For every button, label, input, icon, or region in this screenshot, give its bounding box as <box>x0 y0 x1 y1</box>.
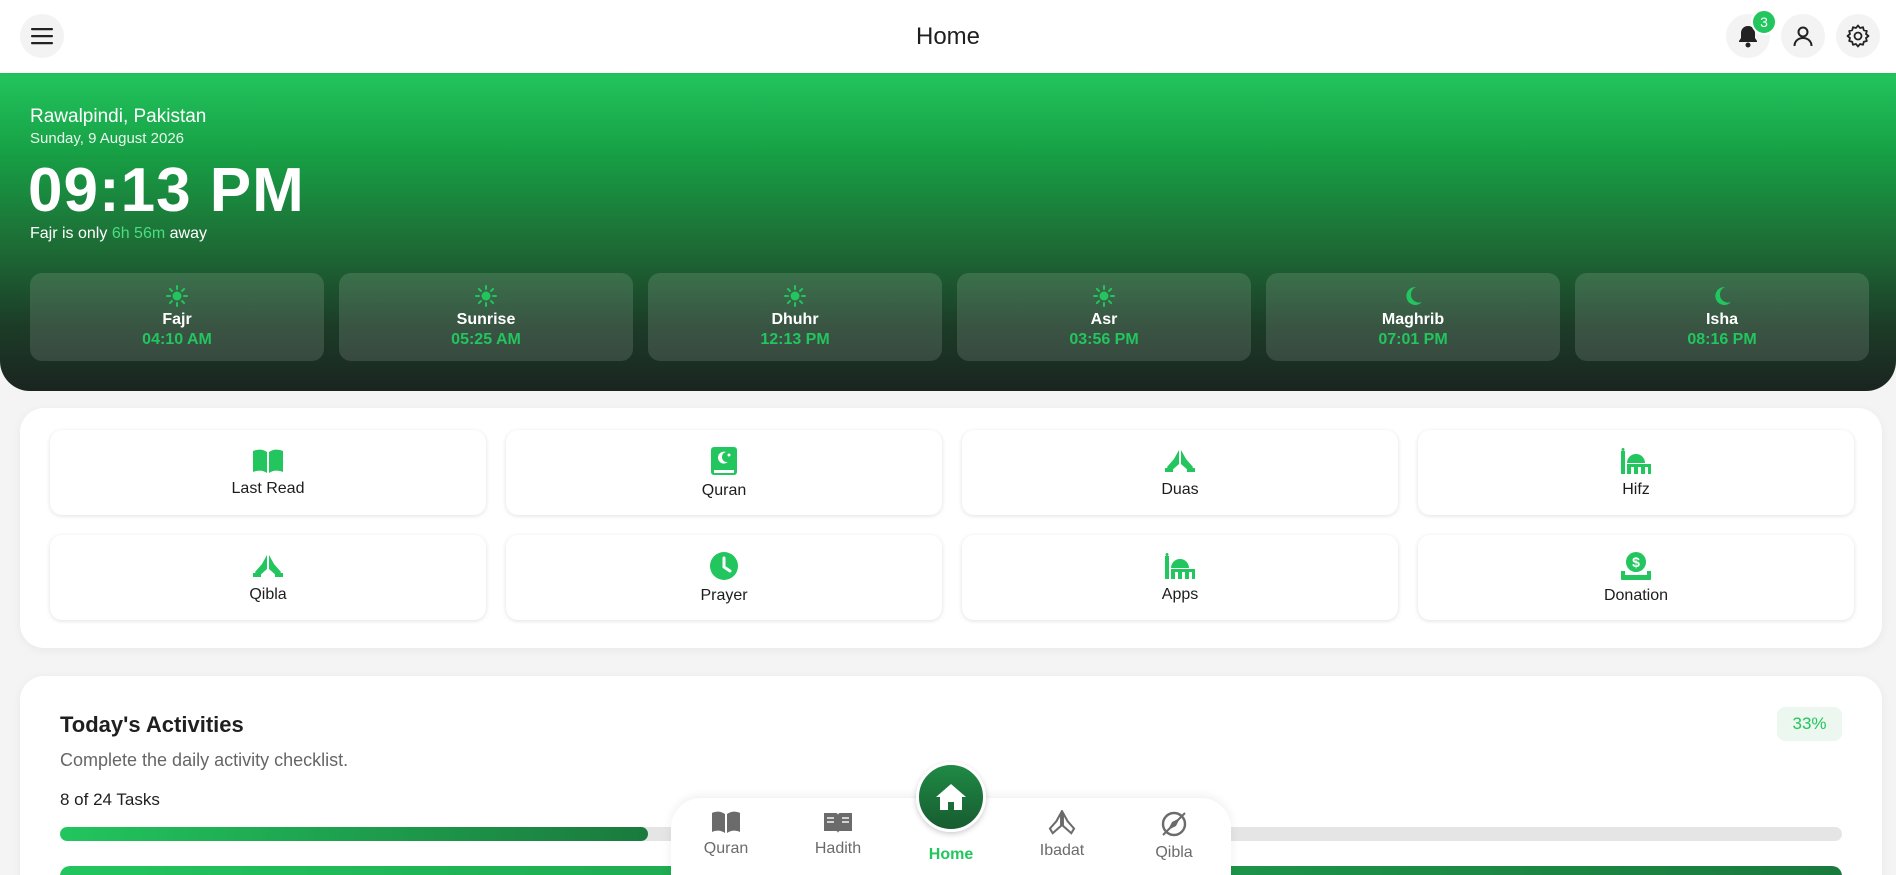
prayer-card-fajr[interactable]: Fajr 04:10 AM <box>30 273 324 361</box>
progress-percent-badge: 33% <box>1777 707 1842 741</box>
moon-icon <box>1715 286 1731 305</box>
gear-icon <box>1846 24 1870 48</box>
quick-last-read[interactable]: Last Read <box>50 430 486 515</box>
prayer-card-isha[interactable]: Isha 08:16 PM <box>1575 273 1869 361</box>
nav-label: Hadith <box>814 840 862 857</box>
next-prayer-prefix: Fajr is only <box>30 225 108 242</box>
prayer-name: Dhuhr <box>771 311 819 328</box>
quick-quran[interactable]: Quran <box>506 430 942 515</box>
prayer-time: 07:01 PM <box>1378 331 1448 348</box>
quick-donation[interactable]: $ Donation <box>1418 535 1854 620</box>
prayer-time: 08:16 PM <box>1687 331 1757 348</box>
nav-label: Ibadat <box>1039 842 1085 859</box>
quran-icon <box>711 446 737 475</box>
quick-prayer[interactable]: Prayer <box>506 535 942 620</box>
quick-label: Duas <box>1161 480 1199 498</box>
book-icon <box>824 813 852 833</box>
next-prayer-suffix: away <box>169 225 207 242</box>
mosque-icon <box>1621 447 1651 474</box>
prayer-time: 05:25 AM <box>451 331 521 348</box>
menu-button[interactable] <box>20 14 64 58</box>
quick-duas[interactable]: Duas <box>962 430 1398 515</box>
quick-label: Qibla <box>249 585 287 603</box>
prayer-time: 03:56 PM <box>1069 331 1139 348</box>
prayer-times-row: Fajr 04:10 AM Sunrise 05:25 AM Dhuhr 12:… <box>30 273 1869 361</box>
location-label: Rawalpindi, Pakistan <box>30 106 207 127</box>
nav-home[interactable]: Home <box>906 846 996 864</box>
prayer-name: Asr <box>1090 311 1118 328</box>
current-time: 09:13 PM <box>28 156 305 225</box>
quick-label: Donation <box>1603 586 1669 604</box>
prayer-hero: Rawalpindi, Pakistan Sunday, 9 August 20… <box>0 73 1896 391</box>
prayer-name: Maghrib <box>1381 311 1445 328</box>
nav-label: Quran <box>703 840 749 857</box>
prayer-card-maghrib[interactable]: Maghrib 07:01 PM <box>1266 273 1560 361</box>
nav-home-button[interactable] <box>916 762 986 832</box>
prayer-card-asr[interactable]: Asr 03:56 PM <box>957 273 1251 361</box>
settings-button[interactable] <box>1836 14 1880 58</box>
open-book-icon <box>253 449 283 473</box>
activities-title: Today's Activities <box>60 712 244 737</box>
donation-icon: $ <box>1621 551 1651 580</box>
prayer-name: Fajr <box>162 311 192 328</box>
nav-label: Qibla <box>1155 844 1193 861</box>
next-prayer-text: Fajr is only 6h 56m away <box>30 225 207 243</box>
svg-text:$: $ <box>1632 554 1640 570</box>
quick-qibla[interactable]: Qibla <box>50 535 486 620</box>
date-label: Sunday, 9 August 2026 <box>30 130 185 147</box>
quick-label: Last Read <box>231 479 305 497</box>
prayer-card-dhuhr[interactable]: Dhuhr 12:13 PM <box>648 273 942 361</box>
bottom-navigation: Quran Hadith Home Ibadat Qibla <box>671 762 1231 875</box>
nav-qibla[interactable]: Qibla <box>1129 810 1219 862</box>
notification-badge: 3 <box>1751 9 1777 35</box>
quick-label: Apps <box>1161 585 1199 603</box>
page-title: Home <box>915 22 981 50</box>
profile-button[interactable] <box>1781 14 1825 58</box>
praying-hands-icon <box>1048 810 1076 835</box>
prayer-time: 04:10 AM <box>142 331 212 348</box>
quick-label: Prayer <box>700 586 748 604</box>
next-prayer-remaining: 6h 56m <box>111 225 166 242</box>
home-icon <box>936 784 966 810</box>
quick-label: Quran <box>701 481 747 499</box>
praying-hands-icon <box>1165 449 1195 472</box>
compass-icon <box>1161 811 1187 837</box>
user-icon <box>1793 26 1813 47</box>
quick-label: Hifz <box>1622 480 1650 498</box>
sun-icon <box>1093 285 1115 307</box>
sun-icon <box>784 285 806 307</box>
sun-icon <box>475 285 497 307</box>
hamburger-icon <box>31 28 53 45</box>
progress-bar-fill <box>60 827 649 841</box>
mosque-icon <box>1165 552 1195 579</box>
clock-icon <box>710 551 738 580</box>
top-bar: Home <box>0 0 1896 73</box>
open-book-icon <box>712 811 740 833</box>
activities-subtitle: Complete the daily activity checklist. <box>60 750 349 770</box>
prayer-time: 12:13 PM <box>760 331 830 348</box>
nav-hadith[interactable]: Hadith <box>793 810 883 858</box>
praying-hands-icon <box>253 554 283 577</box>
moon-icon <box>1406 286 1422 305</box>
nav-ibadat[interactable]: Ibadat <box>1017 810 1107 860</box>
sun-icon <box>166 285 188 307</box>
tasks-count: 8 of 24 Tasks <box>60 790 160 809</box>
prayer-card-sunrise[interactable]: Sunrise 05:25 AM <box>339 273 633 361</box>
quick-hifz[interactable]: Hifz <box>1418 430 1854 515</box>
quick-apps[interactable]: Apps <box>962 535 1398 620</box>
prayer-name: Isha <box>1705 311 1738 328</box>
prayer-name: Sunrise <box>456 311 516 328</box>
nav-label: Home <box>928 846 974 863</box>
quick-actions-panel: Last Read Quran Duas Hifz Qibla Prayer A… <box>20 408 1882 648</box>
nav-quran[interactable]: Quran <box>681 810 771 858</box>
